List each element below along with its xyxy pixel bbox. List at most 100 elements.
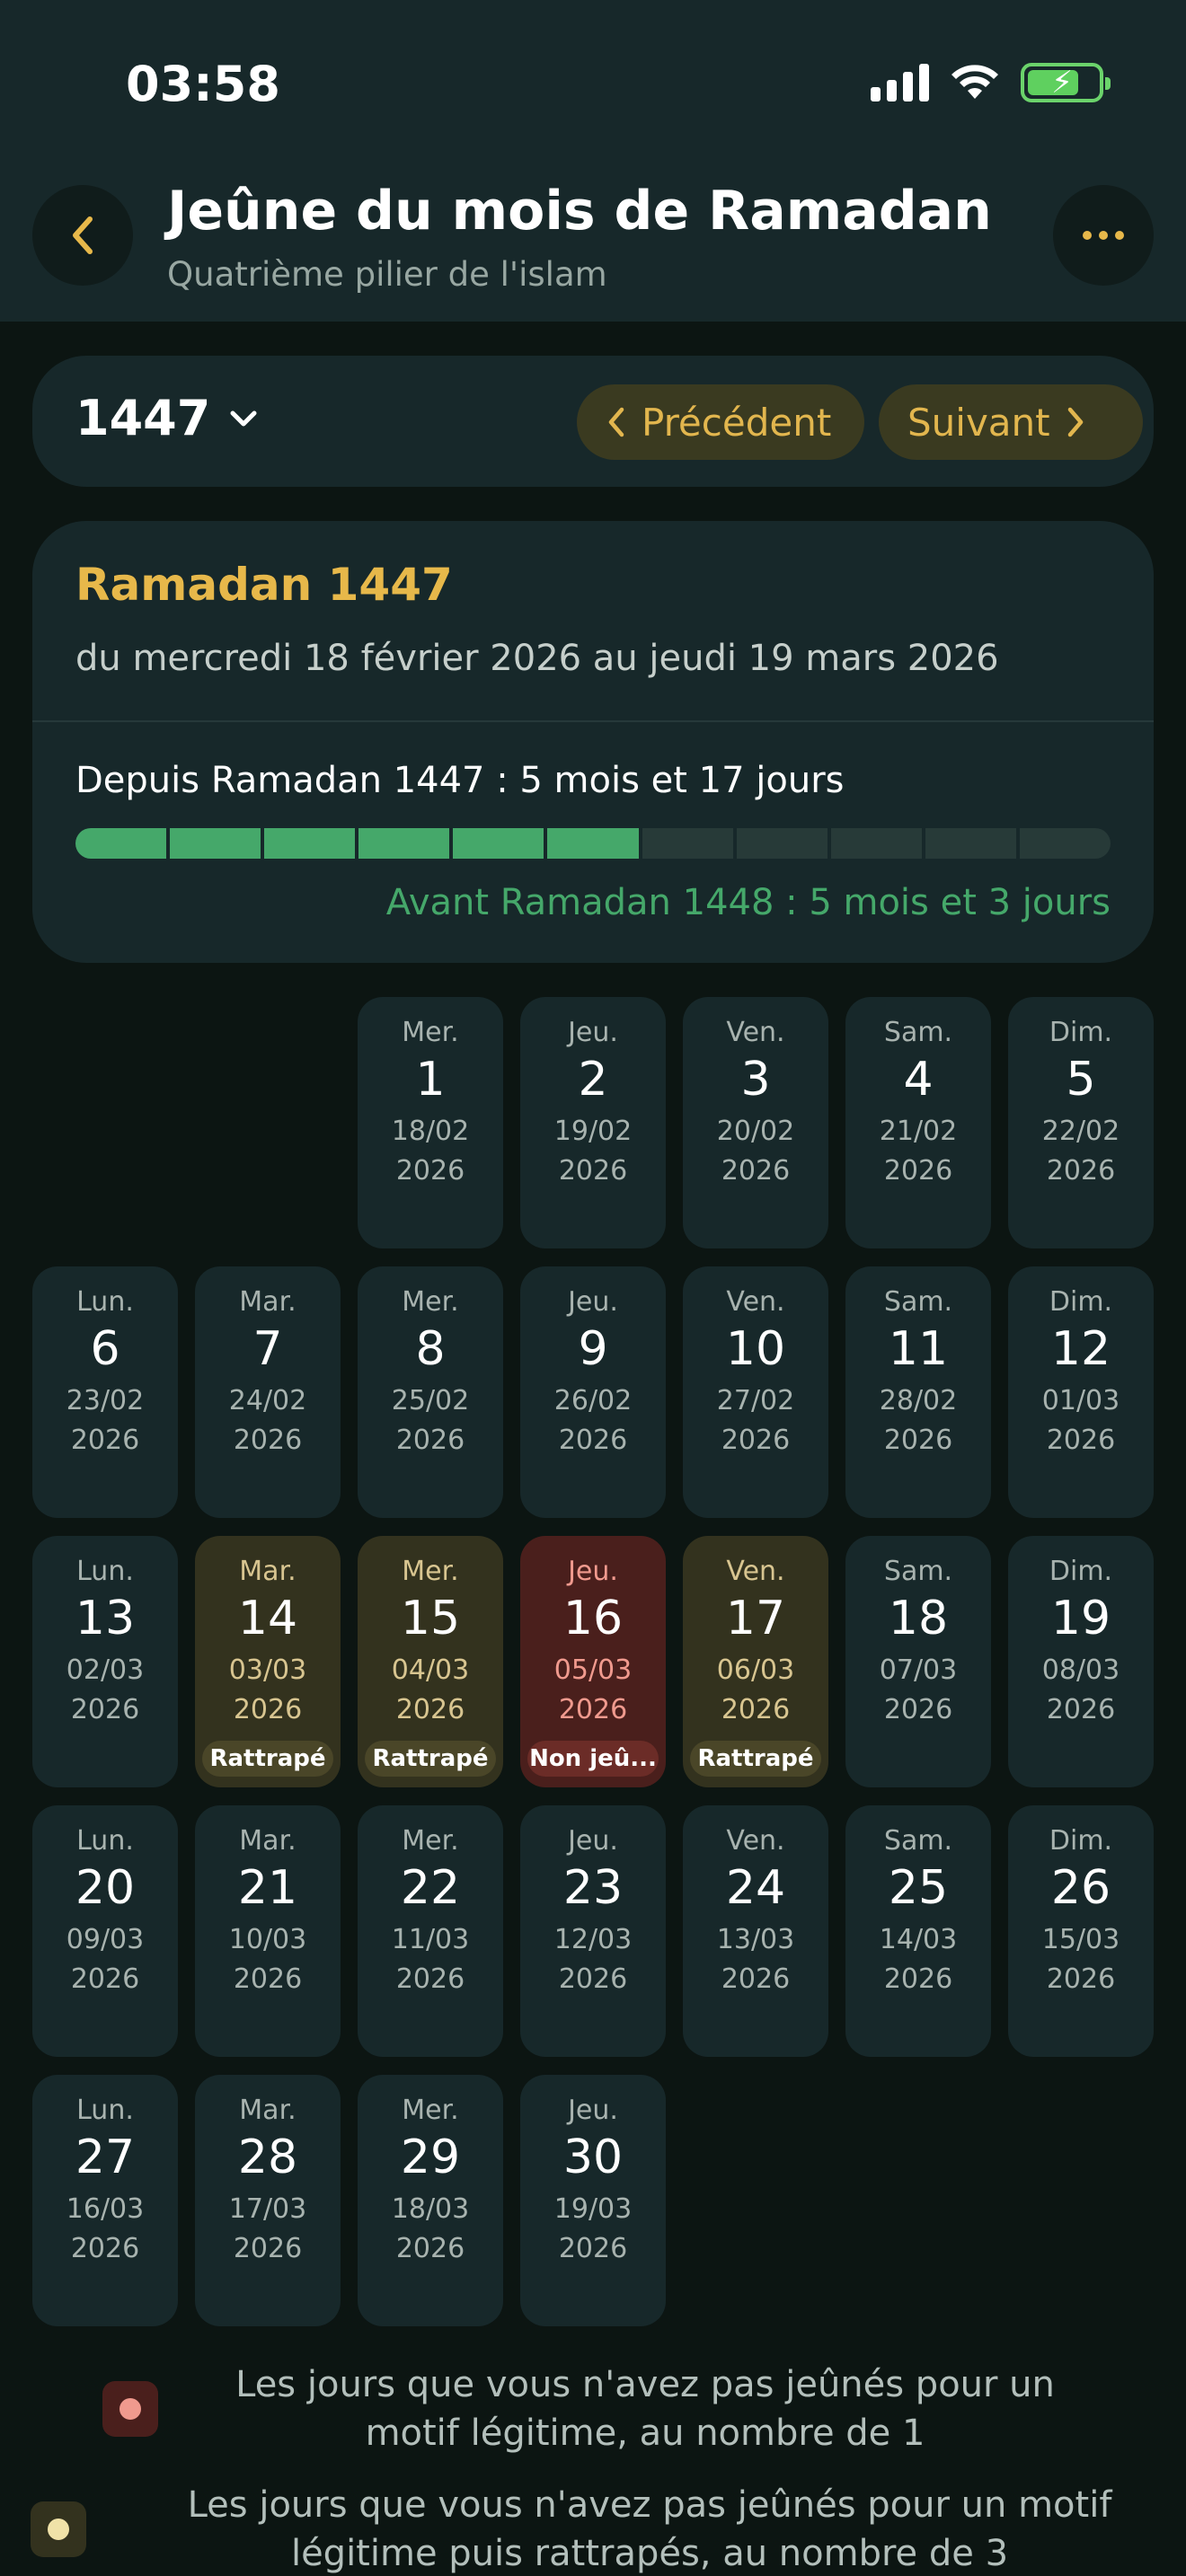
day-cell[interactable]: Mer. 8 25/02 2026 <box>358 1266 503 1518</box>
day-cell[interactable]: Mer. 29 18/03 2026 <box>358 2075 503 2326</box>
day-cell[interactable]: Mar. 21 10/03 2026 <box>195 1805 341 2057</box>
chevron-left-icon <box>73 216 93 254</box>
ramadan-calendar-grid: Mer. 1 18/02 2026 Jeu. 2 19/02 2026 Ven. 3 20/02 20… <box>32 997 1154 2330</box>
day-number: 11 <box>888 1322 949 1376</box>
day-cell[interactable]: Jeu. 2 19/02 2026 <box>520 997 666 1248</box>
day-gregorian-date: 18/02 <box>391 1116 470 1147</box>
day-gregorian-year: 2026 <box>395 1963 465 1995</box>
day-cell[interactable]: Dim. 5 22/02 2026 <box>1008 997 1154 1248</box>
day-cell[interactable]: Dim. 26 15/03 2026 <box>1008 1805 1154 2057</box>
day-gregorian-year: 2026 <box>233 1963 303 1995</box>
before-next-ramadan-text: Avant Ramadan 1448 : 5 mois et 3 jours <box>385 882 1111 923</box>
day-number: 23 <box>562 1861 624 1915</box>
status-icons: ⚡ <box>871 63 1111 102</box>
day-gregorian-year: 2026 <box>233 2233 303 2264</box>
day-cell[interactable]: Mar. 7 24/02 2026 <box>195 1266 341 1518</box>
day-weekday: Sam. <box>883 1017 953 1048</box>
day-gregorian-year: 2026 <box>1046 1694 1116 1725</box>
day-cell[interactable]: Ven. 17 06/03 2026 Rattrapé <box>683 1536 828 1787</box>
day-cell[interactable]: Jeu. 16 05/03 2026 Non jeû... <box>520 1536 666 1787</box>
legend-made-up: Les jours que vous n'avez pas jeûnés pou… <box>0 2481 1186 2576</box>
day-cell[interactable]: Lun. 13 02/03 2026 <box>32 1536 178 1787</box>
day-weekday: Lun. <box>76 2095 134 2126</box>
made-up-legend-swatch <box>31 2501 86 2557</box>
day-number: 19 <box>1050 1592 1111 1645</box>
progress-segment <box>547 828 639 859</box>
day-cell[interactable]: Jeu. 9 26/02 2026 <box>520 1266 666 1518</box>
day-weekday: Sam. <box>883 1825 953 1857</box>
day-gregorian-date: 06/03 <box>716 1654 795 1686</box>
day-weekday: Dim. <box>1049 1556 1113 1587</box>
legend-made-up-text: Les jours que vous n'avez pas jeûnés pou… <box>187 2484 1112 2574</box>
day-weekday: Mer. <box>402 1286 459 1318</box>
day-number: 30 <box>562 2130 624 2184</box>
day-gregorian-date: 03/03 <box>228 1654 307 1686</box>
day-gregorian-year: 2026 <box>721 1694 791 1725</box>
day-cell[interactable]: Mer. 1 18/02 2026 <box>358 997 503 1248</box>
day-cell[interactable]: Dim. 19 08/03 2026 <box>1008 1536 1154 1787</box>
day-cell[interactable]: Sam. 25 14/03 2026 <box>845 1805 991 2057</box>
day-cell[interactable]: Lun. 27 16/03 2026 <box>32 2075 178 2326</box>
more-options-button[interactable] <box>1053 185 1154 286</box>
day-weekday: Sam. <box>883 1286 953 1318</box>
previous-year-button[interactable]: Précédent <box>577 384 864 460</box>
day-number: 17 <box>725 1592 786 1645</box>
day-gregorian-year: 2026 <box>558 1963 628 1995</box>
day-cell[interactable]: Ven. 10 27/02 2026 <box>683 1266 828 1518</box>
day-gregorian-year: 2026 <box>1046 1963 1116 1995</box>
ramadan-date-range: du mercredi 18 février 2026 au jeudi 19 … <box>75 638 999 679</box>
day-cell[interactable]: Jeu. 23 12/03 2026 <box>520 1805 666 2057</box>
day-status-badge: Non jeû... <box>527 1741 659 1777</box>
day-gregorian-date: 20/02 <box>716 1116 795 1147</box>
day-number: 12 <box>1050 1322 1111 1376</box>
day-gregorian-date: 05/03 <box>553 1654 633 1686</box>
day-cell[interactable]: Mer. 15 04/03 2026 Rattrapé <box>358 1536 503 1787</box>
day-gregorian-year: 2026 <box>70 1694 140 1725</box>
legend-missed: Les jours que vous n'avez pas jeûnés pou… <box>0 2360 1186 2457</box>
day-cell[interactable]: Jeu. 30 19/03 2026 <box>520 2075 666 2326</box>
day-gregorian-year: 2026 <box>233 1425 303 1456</box>
day-weekday: Ven. <box>726 1017 785 1048</box>
day-status-badge: Rattrapé <box>365 1741 496 1777</box>
day-weekday: Mar. <box>239 2095 296 2126</box>
day-cell[interactable]: Lun. 20 09/03 2026 <box>32 1805 178 2057</box>
day-status-badge: Rattrapé <box>690 1741 821 1777</box>
missed-legend-swatch <box>102 2381 158 2437</box>
day-cell[interactable]: Ven. 3 20/02 2026 <box>683 997 828 1248</box>
day-gregorian-year: 2026 <box>70 1425 140 1456</box>
next-year-button[interactable]: Suivant <box>879 384 1143 460</box>
day-weekday: Ven. <box>726 1556 785 1587</box>
day-cell[interactable]: Sam. 18 07/03 2026 <box>845 1536 991 1787</box>
progress-segment <box>642 828 733 859</box>
day-weekday: Jeu. <box>568 2095 618 2126</box>
progress-segment <box>75 828 167 859</box>
day-cell[interactable]: Dim. 12 01/03 2026 <box>1008 1266 1154 1518</box>
day-cell[interactable]: Mer. 22 11/03 2026 <box>358 1805 503 2057</box>
day-number: 26 <box>1050 1861 1111 1915</box>
day-cell[interactable]: Sam. 11 28/02 2026 <box>845 1266 991 1518</box>
day-number: 15 <box>400 1592 461 1645</box>
day-cell[interactable]: Sam. 4 21/02 2026 <box>845 997 991 1248</box>
day-cell[interactable]: Lun. 6 23/02 2026 <box>32 1266 178 1518</box>
day-number: 18 <box>888 1592 949 1645</box>
day-number: 6 <box>90 1322 120 1376</box>
day-number: 13 <box>75 1592 136 1645</box>
day-gregorian-year: 2026 <box>721 1155 791 1187</box>
day-number: 14 <box>237 1592 298 1645</box>
legend-missed-text: Les jours que vous n'avez pas jeûnés pou… <box>235 2364 1055 2454</box>
day-number: 1 <box>415 1053 446 1107</box>
day-number: 20 <box>75 1861 136 1915</box>
day-cell[interactable]: Ven. 24 13/03 2026 <box>683 1805 828 2057</box>
day-gregorian-date: 24/02 <box>228 1385 307 1416</box>
back-button[interactable] <box>32 185 133 286</box>
year-navigation-bar: 1447 Précédent Suivant <box>32 356 1154 487</box>
wifi-icon <box>951 65 998 99</box>
day-cell[interactable]: Mar. 28 17/03 2026 <box>195 2075 341 2326</box>
day-number: 25 <box>888 1861 949 1915</box>
day-cell[interactable]: Mar. 14 03/03 2026 Rattrapé <box>195 1536 341 1787</box>
year-dropdown[interactable]: 1447 <box>75 390 259 446</box>
day-gregorian-year: 2026 <box>721 1425 791 1456</box>
day-number: 9 <box>578 1322 608 1376</box>
day-gregorian-date: 17/03 <box>228 2193 307 2225</box>
day-weekday: Mar. <box>239 1825 296 1857</box>
